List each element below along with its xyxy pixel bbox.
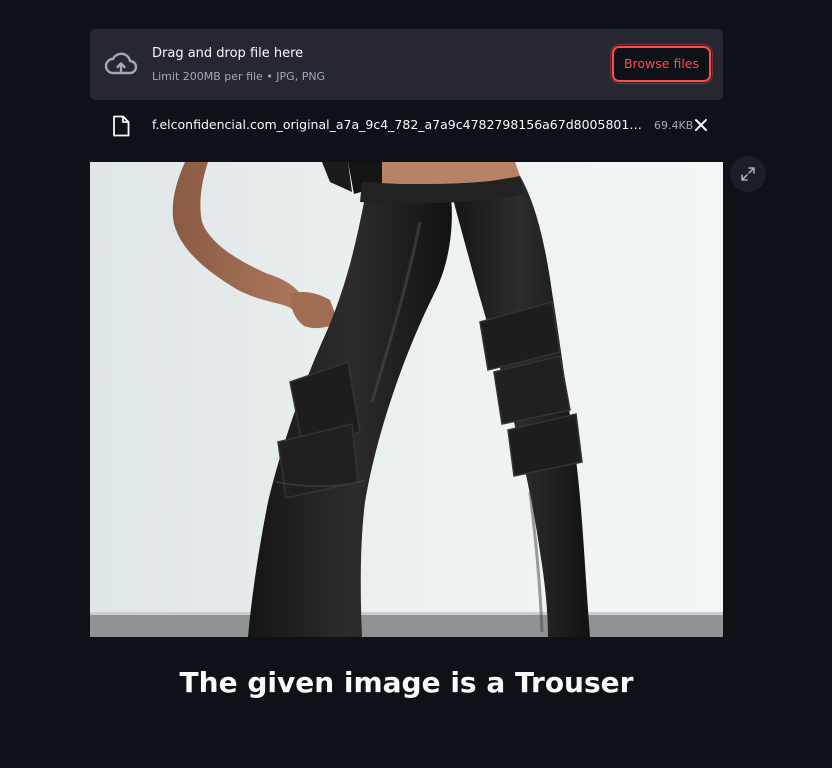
file-icon xyxy=(113,115,130,137)
prediction-result-heading: The given image is a Trouser xyxy=(179,666,634,699)
app-page: Drag and drop file here Limit 200MB per … xyxy=(0,0,832,768)
browse-files-button[interactable]: Browse files xyxy=(610,44,713,84)
file-dropzone[interactable]: Drag and drop file here Limit 200MB per … xyxy=(90,29,723,100)
uploaded-file-size: 69.4KB xyxy=(654,119,694,132)
expand-icon xyxy=(741,167,755,181)
cloud-upload-icon xyxy=(104,52,138,75)
uploaded-file-row: f.elconfidencial.com_original_a7a_9c4_78… xyxy=(90,110,723,142)
uploaded-file-name: f.elconfidencial.com_original_a7a_9c4_78… xyxy=(152,117,644,132)
close-icon[interactable] xyxy=(693,117,709,133)
dropzone-limit-text: Limit 200MB per file • JPG, PNG xyxy=(152,70,326,83)
fullscreen-button[interactable] xyxy=(730,156,766,192)
trouser-photo xyxy=(90,162,723,637)
uploaded-image xyxy=(90,162,723,637)
dropzone-title: Drag and drop file here xyxy=(152,46,304,61)
